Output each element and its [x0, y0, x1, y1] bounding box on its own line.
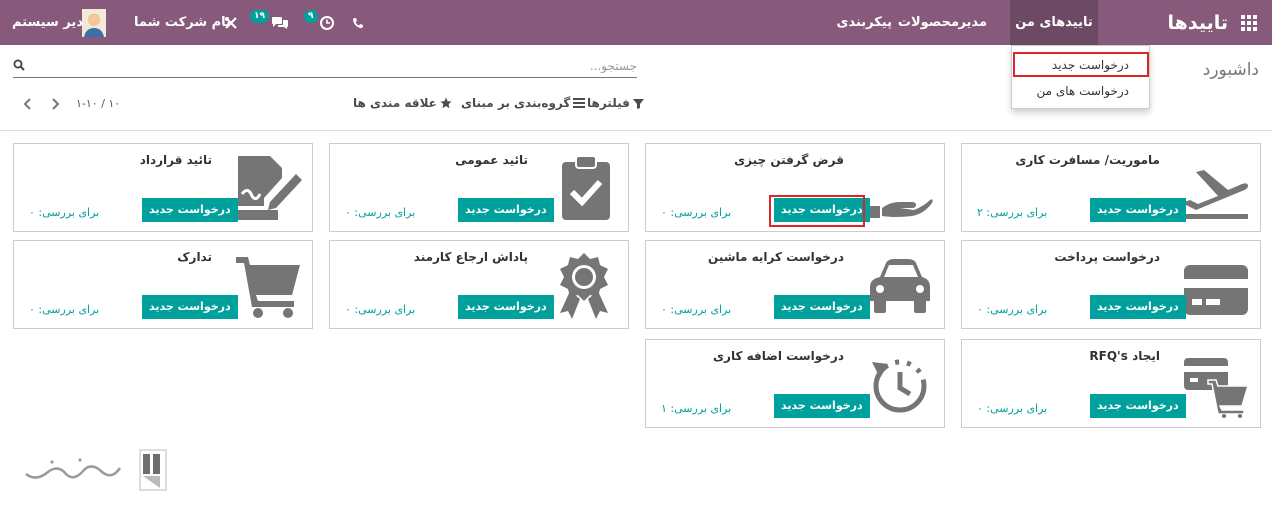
search-input[interactable] — [37, 56, 637, 76]
card-title: درخواست کرایه ماشین — [708, 250, 844, 264]
new-request-button[interactable]: درخواست جدید — [458, 198, 554, 222]
card-title: پاداش ارجاع کارمند — [413, 250, 528, 264]
filter-icon — [632, 98, 644, 109]
phone-icon[interactable] — [352, 0, 364, 45]
favorites-label: علاقه مندی ها — [353, 96, 437, 110]
groupby-label: گروه‌بندی بر مبنای — [461, 96, 571, 110]
contract-sign-icon — [234, 154, 302, 222]
card-title: تائید عمومی — [455, 153, 528, 167]
to-review-count[interactable]: برای بررسی: ۰ — [661, 206, 731, 219]
card-title: تائید قرارداد — [139, 153, 212, 167]
messaging-menu[interactable]: ۱۹ — [250, 0, 289, 45]
hand-icon — [866, 154, 934, 222]
star-icon — [440, 97, 452, 109]
approval-card[interactable]: تائید قرارداد درخواست جدید برای بررسی: ۰ — [13, 143, 313, 232]
credit-card-icon — [1182, 251, 1250, 319]
search-icon[interactable] — [13, 59, 25, 71]
approval-card[interactable]: درخواست کرایه ماشین درخواست جدید برای بر… — [645, 240, 945, 329]
user-menu[interactable]: مدیر سیستم — [12, 0, 92, 45]
activities-badge: ۹ — [304, 10, 318, 23]
to-review-count[interactable]: برای بررسی: ۱ — [661, 402, 731, 415]
highlight-box — [1013, 52, 1149, 77]
company-switcher[interactable]: نام شرکت شما — [134, 0, 231, 45]
pager-next-icon[interactable] — [47, 96, 63, 112]
approval-card[interactable]: درخواست اضافه کاری درخواست جدید برای برر… — [645, 339, 945, 428]
menu-manager[interactable]: مدیر — [958, 0, 987, 45]
debug-tools-icon[interactable] — [224, 0, 238, 45]
apps-grid-icon[interactable] — [1240, 0, 1260, 45]
filters-button[interactable]: فیلترها — [587, 96, 644, 110]
car-icon — [866, 251, 934, 319]
menu-my-approvals[interactable]: تاییدهای من — [1010, 0, 1098, 45]
approval-card[interactable]: تدارک درخواست جدید برای بررسی: ۰ — [13, 240, 313, 329]
card-cart-icon — [1182, 350, 1250, 418]
to-review-count[interactable]: برای بررسی: ۰ — [977, 402, 1047, 415]
card-title: ماموریت/ مسافرت کاری — [1015, 153, 1160, 167]
new-request-button[interactable]: درخواست جدید — [774, 295, 870, 319]
watermark-logo — [22, 448, 170, 492]
card-title: ایجاد RFQ's — [1089, 349, 1160, 363]
approval-card[interactable]: ایجاد RFQ's درخواست جدید برای بررسی: ۰ — [961, 339, 1261, 428]
filters-label: فیلترها — [587, 96, 630, 110]
card-title: درخواست پرداخت — [1054, 250, 1160, 264]
highlight-box — [769, 195, 865, 227]
plane-icon — [1182, 154, 1250, 222]
user-name: مدیر سیستم — [12, 15, 92, 30]
new-request-button[interactable]: درخواست جدید — [458, 295, 554, 319]
approval-card[interactable]: پاداش ارجاع کارمند درخواست جدید برای برر… — [329, 240, 629, 329]
dropdown-item-my-requests[interactable]: درخواست های من — [1037, 84, 1130, 98]
activity-menu[interactable]: ۹ — [304, 0, 334, 45]
to-review-count[interactable]: برای بررسی: ۰ — [977, 303, 1047, 316]
clipboard-check-icon — [550, 154, 618, 222]
to-review-count[interactable]: برای بررسی: ۲ — [977, 206, 1047, 219]
new-request-button[interactable]: درخواست جدید — [142, 295, 238, 319]
to-review-count[interactable]: برای بررسی: ۰ — [345, 206, 415, 219]
menu-products[interactable]: محصولات — [898, 0, 959, 45]
chat-icon — [272, 16, 288, 29]
new-request-button[interactable]: درخواست جدید — [142, 198, 238, 222]
groupby-button[interactable]: گروه‌بندی بر مبنای — [461, 96, 586, 110]
card-title: قرض گرفتن چیزی — [734, 153, 844, 167]
approval-card[interactable]: تائید عمومی درخواست جدید برای بررسی: ۰ — [329, 143, 629, 232]
new-request-button[interactable]: درخواست جدید — [1090, 198, 1186, 222]
to-review-count[interactable]: برای بررسی: ۰ — [345, 303, 415, 316]
to-review-count[interactable]: برای بررسی: ۰ — [661, 303, 731, 316]
messages-badge: ۱۹ — [250, 10, 269, 23]
top-navbar: تاییدها تاییدهای من مدیر محصولات پیکربند… — [0, 0, 1272, 45]
to-review-count[interactable]: برای بررسی: ۰ — [29, 303, 99, 316]
new-request-button[interactable]: درخواست جدید — [774, 394, 870, 418]
avatar[interactable] — [82, 0, 106, 45]
to-review-count[interactable]: برای بررسی: ۰ — [29, 206, 99, 219]
search-bar — [13, 56, 637, 78]
award-icon — [550, 251, 618, 319]
list-icon — [573, 98, 586, 108]
approval-card[interactable]: ماموریت/ مسافرت کاری درخواست جدید برای ب… — [961, 143, 1261, 232]
app-title[interactable]: تاییدها — [1168, 0, 1228, 45]
new-request-button[interactable]: درخواست جدید — [1090, 295, 1186, 319]
clock-icon — [319, 15, 334, 30]
new-request-button[interactable]: درخواست جدید — [1090, 394, 1186, 418]
pager-previous-icon[interactable] — [20, 96, 36, 112]
pager-value[interactable]: ۱-۱۰ / ۱۰ — [76, 97, 120, 110]
clock-history-icon — [866, 350, 934, 418]
card-title: تدارک — [177, 250, 212, 264]
breadcrumb[interactable]: داشبورد — [1203, 60, 1259, 80]
card-title: درخواست اضافه کاری — [713, 349, 844, 363]
divider — [0, 130, 1272, 131]
approval-card[interactable]: درخواست پرداخت درخواست جدید برای بررسی: … — [961, 240, 1261, 329]
menu-configuration[interactable]: پیکربندی — [837, 0, 892, 45]
favorites-button[interactable]: علاقه مندی ها — [353, 96, 452, 110]
cart-icon — [234, 251, 302, 319]
